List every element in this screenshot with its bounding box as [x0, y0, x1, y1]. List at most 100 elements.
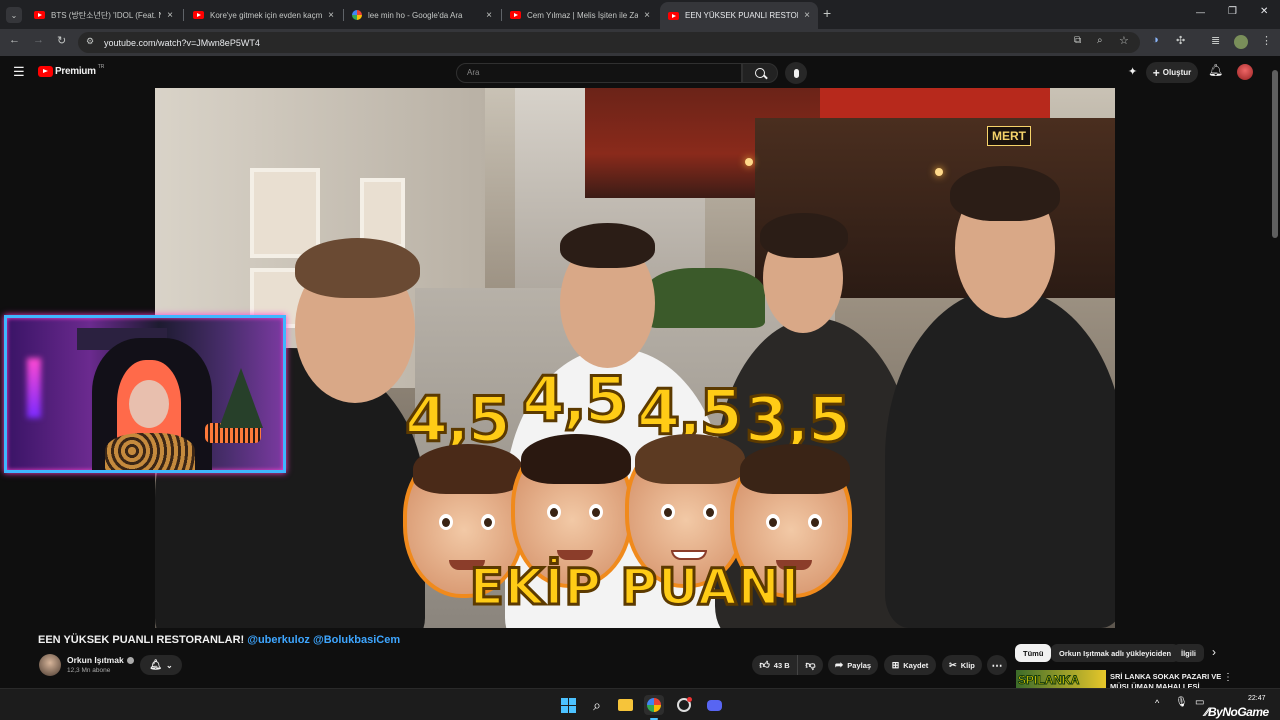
scrollbar-thumb[interactable] — [1272, 70, 1278, 238]
discord-icon[interactable] — [704, 695, 724, 715]
close-tab-icon[interactable]: × — [328, 10, 334, 21]
tray-network-icon[interactable]: ▭ — [1195, 697, 1204, 708]
close-tab-icon[interactable]: × — [644, 10, 650, 21]
chevron-right-icon[interactable]: › — [1212, 645, 1216, 659]
tab-bts[interactable]: BTS (방탄소년단) 'IDOL (Feat. N × — [26, 4, 181, 26]
dislike-button[interactable]: 👎︎ — [797, 655, 823, 675]
file-explorer-icon[interactable] — [615, 695, 635, 715]
youtube-icon — [34, 11, 45, 19]
tray-expand-icon[interactable]: ^ — [1155, 698, 1159, 708]
close-tab-icon[interactable]: × — [804, 10, 810, 21]
scene-plants — [645, 268, 765, 328]
person-far-right — [885, 288, 1115, 628]
minimize-button[interactable]: — — [1196, 7, 1205, 17]
tab-title: Cem Yılmaz | Melis İşiten ile Za — [527, 10, 639, 20]
windows-start-icon[interactable] — [558, 695, 578, 715]
media-controls-icon[interactable]: ≣ — [1211, 34, 1220, 47]
webcam-streamer-face — [129, 380, 169, 428]
youtube-logo-icon — [38, 66, 53, 77]
watermark-text: ByNoGame — [1208, 705, 1269, 719]
close-window-button[interactable]: ✕ — [1260, 6, 1268, 17]
webcam-streamer-shirt — [105, 433, 195, 470]
zoom-icon[interactable]: ⌕ — [1097, 35, 1103, 46]
navigation-bar: ← → ↻ ⚙ youtube.com/watch?v=JMwn8eP5WT4 … — [0, 29, 1280, 56]
like-button[interactable]: 👍︎ 43 B — [752, 655, 797, 675]
hamburger-menu-icon[interactable]: ☰ — [13, 64, 25, 80]
logo-text: Premium — [55, 66, 96, 77]
install-app-icon[interactable]: ⧉ — [1074, 35, 1081, 46]
system-clock[interactable]: 22:47 — [1248, 695, 1266, 702]
bookmark-star-icon[interactable]: ☆ — [1119, 34, 1129, 47]
tab-cem-yilmaz[interactable]: Cem Yılmaz | Melis İşiten ile Za × — [502, 4, 658, 26]
restore-button[interactable]: ❐ — [1228, 6, 1237, 17]
extension-translate-icon[interactable]: ◑ — [1152, 34, 1159, 46]
plus-icon: + — [1152, 65, 1160, 80]
share-button[interactable]: ➦ Paylaş — [828, 655, 878, 675]
recommended-video-title[interactable]: SRİ LANKA SOKAK PAZARI VE MÜSLÜMAN MAHAL… — [1110, 672, 1221, 688]
ai-sparkle-icon[interactable]: ✦ — [1128, 65, 1137, 78]
tab-google[interactable]: lee min ho - Google'da Ara × — [344, 4, 500, 26]
notifications-bell-icon[interactable]: 🔔︎ — [1208, 63, 1223, 77]
video-title-text: EEN YÜKSEK PUANLI RESTORANLAR! — [38, 634, 245, 646]
profile-avatar[interactable] — [1234, 35, 1248, 49]
clip-button[interactable]: ✂ Klip — [942, 655, 982, 675]
channel-avatar[interactable] — [39, 654, 61, 676]
obs-icon[interactable] — [674, 695, 694, 715]
search-icon — [755, 68, 768, 80]
create-button[interactable]: + Oluştur — [1146, 62, 1198, 83]
reload-icon[interactable]: ↻ — [57, 34, 66, 47]
close-tab-icon[interactable]: × — [486, 10, 492, 21]
save-button[interactable]: ⊞ Kaydet — [884, 655, 936, 675]
webcam-christmas-tree — [219, 368, 263, 428]
recommended-more-icon[interactable]: ⋮ — [1223, 672, 1233, 683]
clip-label: Klip — [960, 660, 975, 670]
search-button[interactable] — [742, 63, 778, 83]
channel-name[interactable]: Orkun Işıtmak — [67, 655, 134, 665]
site-info-icon[interactable]: ⚙ — [86, 36, 94, 47]
forward-arrow-icon[interactable]: → — [33, 34, 44, 46]
more-actions-button[interactable]: ⋯ — [987, 655, 1007, 675]
tab-search-button[interactable]: ⌄ — [6, 7, 22, 23]
video-player[interactable]: MERT 4,5 4,5 4,5 3,5 EKİP PUANI — [155, 88, 1115, 628]
restaurant-sign: MERT — [987, 126, 1031, 146]
streamer-webcam-overlay — [4, 315, 286, 473]
tab-kore[interactable]: Kore'ye gitmek için evden kaçm × — [185, 4, 342, 26]
tab-title: BTS (방탄소년단) 'IDOL (Feat. N — [51, 10, 162, 20]
back-arrow-icon[interactable]: ← — [9, 34, 20, 46]
video-title-mentions[interactable]: @uberkuloz @BolukbasiCem — [247, 634, 400, 646]
tab-title: EEN YÜKSEK PUANLI RESTORAN — [685, 11, 798, 20]
save-bookmark-icon: ⊞ — [891, 659, 900, 670]
scene-lights — [935, 168, 943, 176]
page-scrollbar[interactable] — [1270, 56, 1280, 688]
youtube-premium-logo[interactable]: Premium TR — [38, 64, 104, 77]
new-tab-button[interactable]: + — [823, 5, 831, 21]
search-input[interactable]: Ara — [456, 63, 742, 83]
microphone-icon — [793, 68, 799, 78]
chrome-icon[interactable] — [644, 695, 664, 715]
browser-menu-icon[interactable]: ⋮ — [1261, 34, 1272, 47]
voice-search-button[interactable] — [785, 62, 807, 84]
address-bar[interactable]: ⚙ youtube.com/watch?v=JMwn8eP5WT4 ⧉ ⌕ ☆ — [78, 32, 1140, 53]
thumbs-down-icon: 👎︎ — [805, 660, 816, 671]
person-far-right-hair — [950, 166, 1060, 221]
recommended-video-thumbnail[interactable]: SPILANKA — [1016, 670, 1106, 688]
url-text: youtube.com/watch?v=JMwn8eP5WT4 — [104, 37, 260, 48]
tray-microphone-icon[interactable]: 🎙︎ — [1175, 697, 1188, 708]
taskbar-search-icon[interactable]: ⌕ — [587, 695, 607, 715]
tab-active-video[interactable]: EEN YÜKSEK PUANLI RESTORAN × — [660, 2, 818, 29]
tab-title: Kore'ye gitmek için evden kaçm — [210, 10, 323, 20]
chip-all[interactable]: Tümü — [1015, 644, 1052, 662]
chip-from-uploader[interactable]: Orkun Işıtmak adlı yükleyiciden — [1051, 644, 1180, 662]
chip-related[interactable]: İlgili — [1173, 644, 1204, 662]
scene-lights — [745, 158, 753, 166]
youtube-icon — [193, 11, 204, 19]
scissors-icon: ✂ — [949, 659, 957, 670]
account-avatar[interactable] — [1237, 64, 1253, 80]
tab-separator — [183, 9, 184, 21]
extensions-puzzle-icon[interactable]: ✣ — [1176, 34, 1185, 47]
close-tab-icon[interactable]: × — [167, 10, 173, 21]
youtube-icon — [668, 11, 679, 20]
tab-strip: ⌄ BTS (방탄소년단) 'IDOL (Feat. N × Kore'ye g… — [0, 0, 1280, 29]
thumbnail-text: SPILANKA — [1017, 673, 1080, 688]
subscribed-notifications-button[interactable]: 🔔︎ ⌄ — [140, 655, 182, 675]
